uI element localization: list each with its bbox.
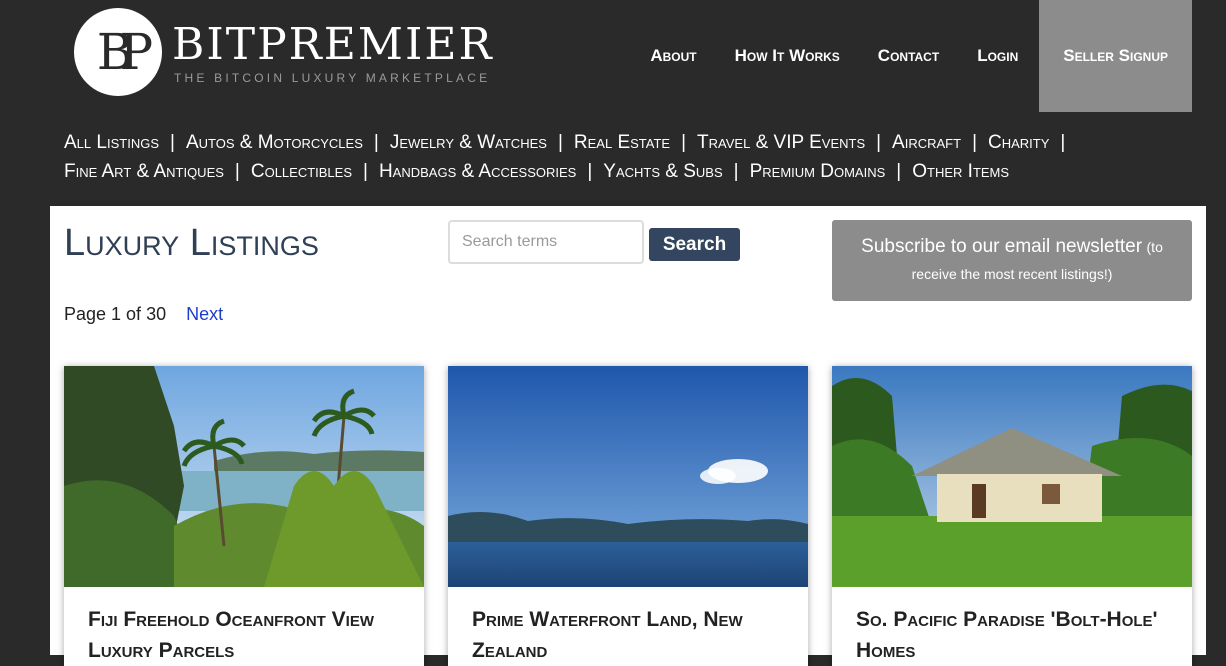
category-fine-art-antiques[interactable]: Fine Art & Antiques <box>64 161 224 182</box>
listing-title[interactable]: Prime Waterfront Land, New Zealand <box>472 604 788 666</box>
separator: | <box>234 161 240 182</box>
category-travel-vip-events[interactable]: Travel & VIP Events <box>697 132 865 153</box>
main-content: Luxury Listings Search Subscribe to our … <box>50 206 1206 666</box>
separator: | <box>733 161 739 182</box>
listing-card[interactable]: Fiji Freehold Oceanfront View Luxury Par… <box>64 366 424 666</box>
listing-card[interactable]: Prime Waterfront Land, New Zealand <box>448 366 808 666</box>
category-premium-domains[interactable]: Premium Domains <box>750 161 886 182</box>
search-input[interactable] <box>448 220 644 264</box>
top-nav: About How It Works Contact Login Seller … <box>631 0 1192 112</box>
site-logo[interactable]: BP BitPremier THE BITCOIN LUXURY MARKETP… <box>74 8 494 98</box>
category-charity[interactable]: Charity <box>988 132 1049 153</box>
category-yachts-subs[interactable]: Yachts & Subs <box>603 161 722 182</box>
nav-about[interactable]: About <box>631 0 715 112</box>
listing-title[interactable]: Fiji Freehold Oceanfront View Luxury Par… <box>88 604 404 666</box>
category-collectibles[interactable]: Collectibles <box>251 161 352 182</box>
logo-tagline: THE BITCOIN LUXURY MARKETPLACE <box>174 71 491 85</box>
separator: | <box>587 161 593 182</box>
nav-seller-signup[interactable]: Seller Signup <box>1039 0 1192 112</box>
separator: | <box>373 132 379 153</box>
category-other-items[interactable]: Other Items <box>912 161 1009 182</box>
separator: | <box>876 132 882 153</box>
next-page-link[interactable]: Next <box>186 304 223 324</box>
category-row-1: All Listings | Autos & Motorcycles | Jewelry… <box>64 128 1184 157</box>
separator: | <box>1060 132 1066 153</box>
separator: | <box>972 132 977 153</box>
listing-image-lake-mountains[interactable] <box>448 366 808 587</box>
page-indicator: Page 1 of 30 <box>64 304 167 324</box>
pagination: Page 1 of 30 Next <box>64 304 223 325</box>
category-all-listings[interactable]: All Listings <box>64 132 159 153</box>
nav-contact[interactable]: Contact <box>859 0 958 112</box>
category-aircraft[interactable]: Aircraft <box>892 132 961 153</box>
logo-wordmark: BitPremier <box>172 19 494 70</box>
category-row-2: Fine Art & Antiques | Collectibles | Handbag… <box>64 157 1184 186</box>
logo-monogram-icon: BP <box>74 8 162 96</box>
page-title: Luxury Listings <box>64 222 319 264</box>
nav-how-it-works[interactable]: How It Works <box>716 0 859 112</box>
category-nav: All Listings | Autos & Motorcycles | Jewelry… <box>64 128 1184 186</box>
search-button[interactable]: Search <box>649 228 740 261</box>
listing-card[interactable]: So. Pacific Paradise 'Bolt-Hole' Homes <box>832 366 1192 666</box>
category-jewelry-watches[interactable]: Jewelry & Watches <box>390 132 547 153</box>
listing-image-tropical-bay[interactable] <box>64 366 424 587</box>
separator: | <box>681 132 687 153</box>
category-autos-motorcycles[interactable]: Autos & Motorcycles <box>186 132 363 153</box>
separator: | <box>557 132 563 153</box>
category-real-estate[interactable]: Real Estate <box>574 132 670 153</box>
listing-title[interactable]: So. Pacific Paradise 'Bolt-Hole' Homes <box>856 604 1172 666</box>
listing-image-bungalow[interactable] <box>832 366 1192 587</box>
site-header: BP BitPremier THE BITCOIN LUXURY MARKETP… <box>0 0 1226 205</box>
newsletter-subscribe-button[interactable]: Subscribe to our email newsletter (to re… <box>832 220 1192 301</box>
category-handbags-accessories[interactable]: Handbags & Accessories <box>379 161 576 182</box>
newsletter-headline: Subscribe to our email newsletter <box>861 236 1143 257</box>
nav-login[interactable]: Login <box>958 0 1037 112</box>
separator: | <box>363 161 368 182</box>
separator: | <box>170 132 175 153</box>
separator: | <box>896 161 902 182</box>
